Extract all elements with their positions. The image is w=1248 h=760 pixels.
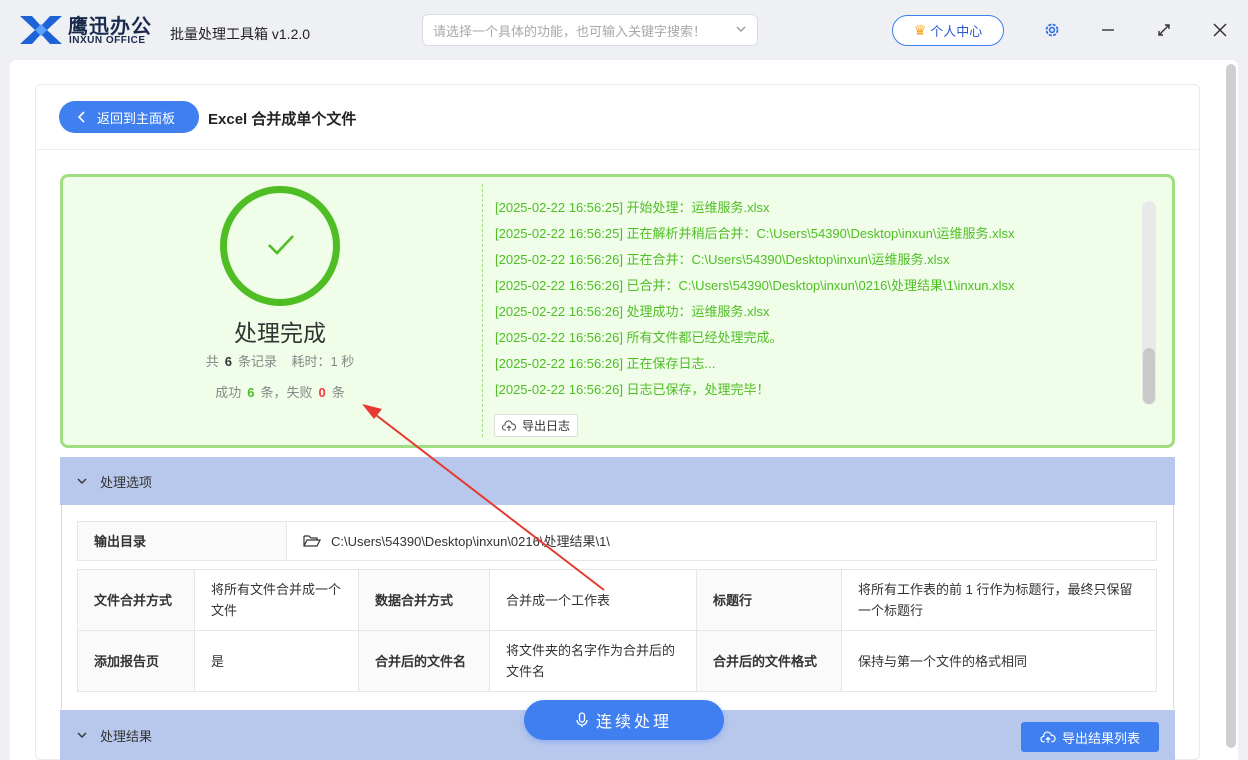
options-section-header[interactable]: 处理选项 (60, 457, 1175, 505)
title-bar: 鹰迅办公 INXUN OFFICE 批量处理工具箱 v1.2.0 ♛ 个人中心 (0, 0, 1248, 60)
header-divider (36, 149, 1199, 150)
success-count: 6 (247, 385, 255, 400)
continue-processing-button[interactable]: 连续处理 (524, 700, 724, 740)
chevron-down-icon[interactable] (735, 23, 747, 35)
folder-open-icon (303, 535, 321, 547)
output-dir-value[interactable]: C:\Users\54390\Desktop\inxun\0216\处理结果\1… (286, 521, 1157, 561)
options-section-title: 处理选项 (100, 474, 153, 490)
expand-icon (1158, 24, 1170, 36)
fail-suffix: 条 (331, 385, 345, 400)
process-log: [2025-02-22 16:56:25] 开始处理：运维服务.xlsx [20… (495, 197, 1135, 405)
record-summary: 共 6 条记录 耗时：1 秒 (140, 351, 420, 370)
close-button[interactable] (1208, 18, 1232, 42)
chevron-left-icon (77, 111, 85, 123)
log-line: [2025-02-22 16:56:26] 所有文件都已经处理完成。 (495, 330, 783, 345)
total-prefix: 共 (205, 354, 219, 369)
log-line: [2025-02-22 16:56:25] 开始处理：运维服务.xlsx (495, 200, 770, 215)
results-section-title: 处理结果 (100, 728, 153, 744)
data-merge-value: 合并成一个工作表 (489, 569, 697, 631)
merged-format-value: 保持与第一个文件的格式相同 (841, 630, 1157, 692)
inxun-logo-icon (20, 16, 62, 44)
header-row-value: 将所有工作表的前 1 行作为标题行，最终只保留一个标题行 (841, 569, 1157, 631)
success-prefix: 成功 (215, 385, 242, 400)
minimize-icon (1102, 29, 1114, 31)
app-title: 批量处理工具箱 v1.2.0 (170, 26, 311, 42)
user-center-label: 个人中心 (930, 24, 983, 39)
brand-english: INXUN OFFICE (69, 35, 146, 46)
chevron-down-icon (77, 478, 87, 484)
main-scrollbar[interactable] (1226, 64, 1236, 748)
settings-button[interactable] (1040, 18, 1064, 42)
report-page-label: 添加报告页 (77, 630, 195, 692)
data-merge-label: 数据合并方式 (358, 569, 490, 631)
cloud-upload-icon (501, 419, 516, 431)
log-line: [2025-02-22 16:56:26] 日志已保存，处理完毕！ (495, 382, 770, 397)
export-log-label: 导出日志 (521, 419, 570, 433)
output-dir-path: C:\Users\54390\Desktop\inxun\0216\处理结果\1… (331, 533, 610, 549)
header-row-label: 标题行 (696, 569, 842, 631)
success-check-circle (220, 186, 340, 306)
check-icon (268, 235, 294, 255)
merge-mode-label: 文件合并方式 (77, 569, 195, 631)
log-line: [2025-02-22 16:56:26] 正在合并：C:\Users\5439… (495, 252, 950, 267)
search-input[interactable] (433, 21, 723, 41)
log-line: [2025-02-22 16:56:26] 处理成功：运维服务.xlsx (495, 304, 770, 319)
success-fail-summary: 成功 6 条，失败 0 条 (140, 382, 420, 401)
log-line: [2025-02-22 16:56:26] 正在保存日志... (495, 356, 716, 371)
gear-icon (1045, 23, 1059, 37)
maximize-button[interactable] (1152, 18, 1176, 42)
feature-search[interactable] (422, 14, 758, 46)
status-title: 处理完成 (234, 320, 326, 346)
log-line: [2025-02-22 16:56:26] 已合并：C:\Users\54390… (495, 278, 1015, 293)
fail-count: 0 (318, 385, 326, 400)
report-page-value: 是 (194, 630, 359, 692)
divider-dashed (482, 184, 483, 437)
output-dir-label: 输出目录 (77, 521, 287, 561)
back-label: 返回到主面板 (97, 110, 176, 126)
page-title: Excel 合并成单个文件 (208, 111, 357, 128)
total-suffix: 条记录 (237, 354, 277, 369)
merge-mode-value: 将所有文件合并成一个文件 (194, 569, 359, 631)
export-list-label: 导出结果列表 (1061, 730, 1140, 746)
crown-icon: ♛ (913, 22, 927, 38)
log-scrollbar-thumb[interactable] (1143, 348, 1155, 404)
close-icon (1213, 23, 1227, 37)
merged-name-value: 将文件夹的名字作为合并后的文件名 (489, 630, 697, 692)
export-log-button[interactable]: 导出日志 (494, 414, 578, 437)
log-line: [2025-02-22 16:56:25] 正在解析并稍后合并：C:\Users… (495, 226, 1015, 241)
elapsed-time: 耗时：1 秒 (291, 354, 355, 369)
export-result-list-button[interactable]: 导出结果列表 (1021, 722, 1159, 752)
merged-format-label: 合并后的文件格式 (696, 630, 842, 692)
total-count: 6 (224, 354, 232, 369)
microphone-icon (576, 712, 588, 727)
continue-label: 连续处理 (595, 714, 672, 731)
chevron-down-icon (77, 732, 87, 738)
back-to-home-button[interactable]: 返回到主面板 (59, 101, 199, 133)
cloud-upload-icon (1040, 730, 1056, 743)
merged-name-label: 合并后的文件名 (358, 630, 490, 692)
fail-prefix: 条，失败 (260, 385, 313, 400)
user-center-button[interactable]: ♛ 个人中心 (892, 15, 1004, 46)
minimize-button[interactable] (1096, 18, 1120, 42)
